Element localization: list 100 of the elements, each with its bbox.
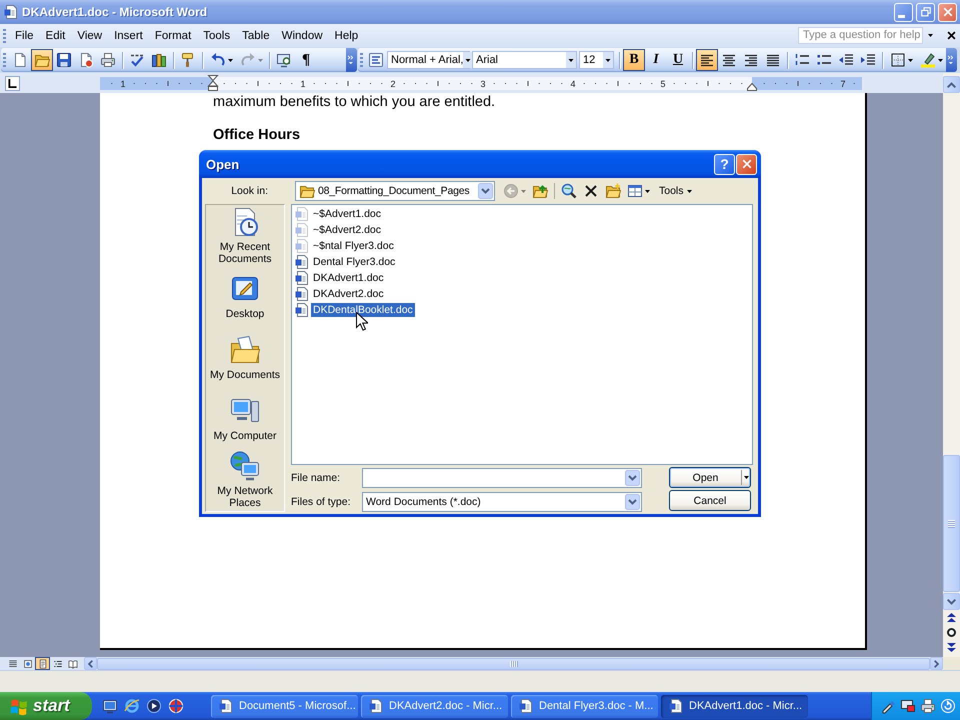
file-name[interactable]: DKAdvert1.doc — [311, 271, 386, 285]
menu-item[interactable]: Tools — [197, 28, 236, 44]
file-name[interactable]: Dental Flyer3.doc — [311, 255, 398, 269]
start-button[interactable]: start — [0, 692, 92, 720]
right-indent-marker[interactable] — [747, 82, 757, 90]
menu-item[interactable]: Edit — [40, 28, 72, 44]
search-icon — [561, 183, 577, 199]
scroll-left-button[interactable] — [84, 657, 97, 670]
border-icon — [890, 52, 906, 68]
documents-folder-icon — [229, 334, 261, 366]
show-hide-button[interactable]: ¶ — [295, 49, 317, 71]
circle-icon — [947, 628, 956, 637]
italic-button[interactable]: I — [645, 49, 667, 71]
menu-item[interactable]: File — [9, 28, 40, 44]
help-button[interactable]: ? — [714, 154, 735, 174]
bold-button[interactable]: B — [623, 49, 645, 71]
tab-selector-button[interactable] — [5, 76, 20, 90]
menu-item[interactable]: View — [71, 28, 108, 44]
check-mark-icon — [129, 52, 145, 68]
menu-item[interactable]: Help — [328, 28, 364, 44]
open-button[interactable]: Open — [669, 467, 751, 488]
close-button[interactable] — [938, 2, 957, 22]
scroll-thumb[interactable] — [97, 658, 930, 670]
close-document-button[interactable] — [947, 31, 956, 40]
indent-marker[interactable] — [207, 74, 219, 90]
place-shortcut[interactable]: Desktop — [206, 266, 284, 327]
play-icon[interactable] — [146, 698, 162, 714]
double-up-arrow-icon — [947, 613, 956, 622]
toolbar-options-button[interactable] — [346, 48, 357, 72]
flag-icon — [9, 696, 28, 716]
highlighter-icon — [920, 52, 936, 68]
caret-icon — [744, 476, 748, 479]
file-name[interactable]: DKAdvert2.doc — [311, 287, 386, 301]
outline-view-icon — [52, 658, 62, 668]
ruler-number: 4 — [570, 78, 576, 88]
underline-button[interactable]: U — [667, 49, 689, 71]
books-icon — [151, 52, 167, 68]
monitor-icon[interactable] — [102, 698, 118, 714]
network-computer-icon — [229, 450, 261, 482]
scroll-thumb[interactable] — [943, 455, 960, 592]
menu-item[interactable]: Table — [236, 28, 276, 44]
view-grid-icon — [627, 183, 643, 199]
align-right-icon — [743, 52, 759, 68]
file-name[interactable]: ~$Advert2.doc — [311, 223, 384, 237]
file-name[interactable]: DKDentalBooklet.doc — [311, 303, 415, 317]
scroll-down-button[interactable] — [943, 593, 960, 610]
printer-icon[interactable] — [920, 698, 936, 714]
place-shortcut[interactable]: My Computer — [206, 388, 284, 449]
taskbar-button[interactable]: Dental Flyer3.doc - M... — [511, 694, 658, 718]
cancel-button[interactable]: Cancel — [669, 490, 751, 511]
folder-up-icon — [532, 183, 548, 199]
align-left-icon — [699, 52, 715, 68]
look-in-label: Look in: — [230, 185, 268, 197]
open-button[interactable] — [31, 49, 53, 71]
taskbar-button[interactable]: DKAdvert2.doc - Micr... — [361, 694, 508, 718]
tools-menu-button[interactable]: Tools — [656, 180, 695, 202]
circle-cross-icon[interactable] — [168, 698, 184, 714]
toolbar-options-button[interactable] — [946, 48, 957, 72]
align-left-button[interactable] — [696, 49, 718, 71]
taskbar-button[interactable]: Document5 - Microsof... — [211, 694, 358, 718]
file-type-label: Files of type: — [291, 496, 352, 508]
place-shortcut[interactable]: My Recent Documents — [206, 205, 284, 266]
taskbar-button[interactable]: DKAdvert1.doc - Micr... — [661, 694, 808, 718]
book-icon — [68, 658, 78, 668]
pen-icon[interactable] — [880, 698, 896, 714]
folder-icon — [299, 183, 315, 199]
file-type-dropdown[interactable]: Word Documents (*.doc) — [362, 492, 642, 512]
look-in-dropdown[interactable]: 08_Formatting_Document_Pages — [295, 181, 495, 201]
numbered-list-icon — [794, 52, 810, 68]
caret-icon — [686, 190, 692, 192]
font-dropdown[interactable]: Arial — [472, 51, 577, 69]
grip-handle[interactable] — [3, 28, 6, 42]
mouse-pointer-icon — [356, 312, 368, 331]
ruler-number: 1 — [120, 78, 126, 88]
body-text: maximum benefits to which you are entitled. — [213, 94, 496, 111]
style-dropdown[interactable]: Normal + Arial, — [387, 51, 470, 69]
file-name[interactable]: ~$Advert1.doc — [311, 207, 384, 221]
font-size-dropdown[interactable]: 12 — [579, 51, 614, 69]
place-shortcut[interactable]: My Network Places — [206, 449, 284, 510]
overlapping-windows-icon[interactable] — [900, 698, 916, 714]
scroll-up-button[interactable] — [943, 76, 960, 93]
file-name[interactable]: ~$ntal Flyer3.doc — [311, 239, 396, 253]
close-button[interactable] — [736, 154, 757, 174]
menu-item[interactable]: Insert — [108, 28, 149, 44]
place-shortcut[interactable]: My Documents — [206, 327, 284, 388]
print-layout-button[interactable] — [35, 657, 50, 670]
grip-handle[interactable] — [3, 53, 6, 67]
menu-item[interactable]: Format — [148, 28, 198, 44]
minimize-button[interactable] — [894, 2, 913, 22]
double-down-arrow-icon — [947, 643, 956, 652]
restore-button[interactable] — [916, 2, 935, 22]
file-name-field[interactable] — [362, 468, 642, 488]
browser-icon[interactable] — [124, 698, 140, 714]
grip-handle[interactable] — [360, 53, 363, 67]
heading-text: Office Hours — [213, 127, 300, 144]
refresh-icon[interactable] — [940, 698, 956, 714]
document-icon — [368, 698, 384, 714]
menu-item[interactable]: Window — [276, 28, 329, 44]
scroll-right-button[interactable] — [930, 657, 943, 670]
document-icon — [668, 698, 684, 714]
